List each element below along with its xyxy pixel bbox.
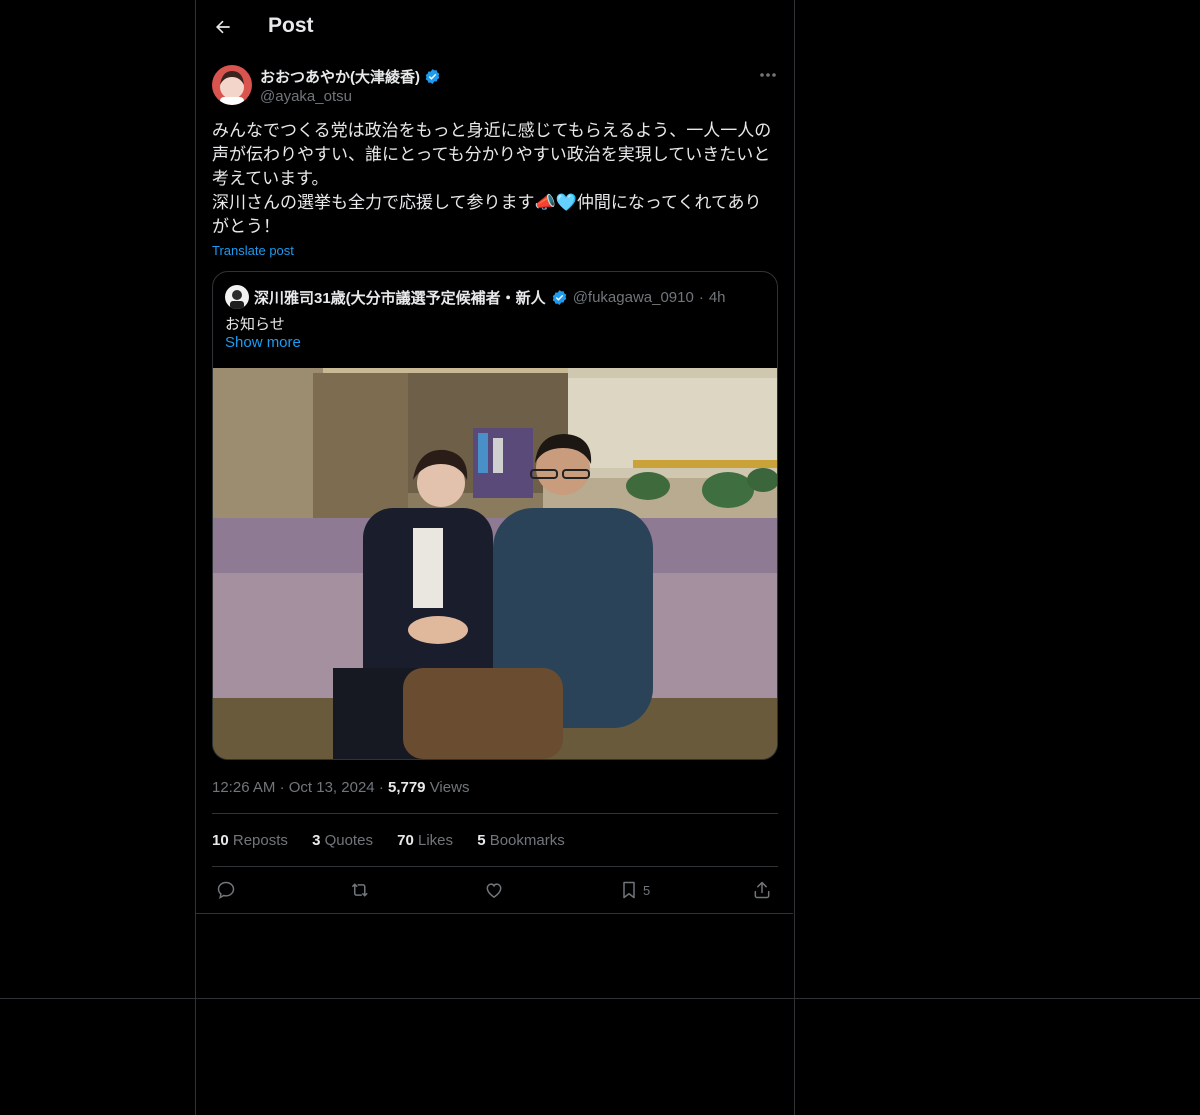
- share-icon: [754, 881, 770, 899]
- quoted-post-header: 深川雅司31歳(大分市議選予定候補者・新人 @fukagawa_0910 · 4…: [225, 285, 726, 309]
- quoted-post-time[interactable]: 4h: [709, 289, 726, 306]
- stat-label: Likes: [417, 832, 454, 849]
- verified-badge-icon: [552, 289, 566, 305]
- heart-icon: [486, 883, 502, 898]
- divider: [212, 866, 778, 867]
- reply-icon: [217, 881, 235, 899]
- page-title: Post: [268, 14, 314, 37]
- stat-label: Reposts: [232, 832, 288, 849]
- separator-dot: ·: [698, 288, 704, 306]
- more-dots-icon: [760, 73, 776, 77]
- stat-label: Quotes: [324, 832, 373, 849]
- post-bottom-border: [196, 913, 793, 914]
- separator-dot: ·: [378, 779, 384, 796]
- divider: [212, 813, 778, 814]
- reply-button[interactable]: [216, 877, 236, 903]
- separator-dot: ·: [279, 779, 285, 796]
- translate-post-link[interactable]: Translate post: [212, 243, 294, 258]
- show-more-link[interactable]: Show more: [225, 334, 301, 351]
- repost-icon: [351, 883, 368, 897]
- stat-label: Bookmarks: [489, 832, 565, 849]
- bookmarks-stat[interactable]: 5 Bookmarks: [477, 832, 565, 849]
- quoted-author-name[interactable]: 深川雅司31歳(大分市議選予定候補者・新人: [254, 287, 546, 308]
- stat-count: 70: [397, 832, 414, 849]
- stat-count: 5: [477, 832, 486, 849]
- post-text: みんなでつくる党は政治をもっと身近に感じてもらえるよう、一人一人の声が伝わりやす…: [212, 119, 778, 239]
- bookmark-button[interactable]: 5: [619, 877, 650, 903]
- share-button[interactable]: [752, 877, 772, 903]
- author-handle[interactable]: @ayaka_otsu: [260, 88, 352, 105]
- more-options-button[interactable]: [752, 62, 784, 88]
- main-column: Post おおつあやか(大津綾香) @ayaka_otsu みんなでつくる党は政…: [195, 0, 795, 1115]
- reposts-stat[interactable]: 10 Reposts: [212, 832, 288, 849]
- quoted-post-photo[interactable]: [213, 368, 777, 759]
- post-text-line: みんなでつくる党は政治をもっと身近に感じてもらえるよう、一人一人の声が伝わりやす…: [212, 121, 772, 188]
- views-count: 5,779: [387, 779, 426, 796]
- post-meta: 12:26 AM · Oct 13, 2024 · 5,779 Views: [212, 779, 469, 796]
- stat-count: 3: [312, 832, 321, 849]
- quoted-author-handle[interactable]: @fukagawa_0910: [573, 289, 694, 306]
- page-divider: [0, 998, 1200, 999]
- author-name[interactable]: おおつあやか(大津綾香): [260, 66, 420, 87]
- quoted-author-avatar[interactable]: [225, 285, 249, 309]
- like-button[interactable]: [484, 877, 504, 903]
- quoted-post-text: お知らせ: [225, 316, 285, 333]
- verified-badge-icon: [425, 69, 440, 84]
- post-time[interactable]: 12:26 AM: [212, 779, 275, 796]
- quotes-stat[interactable]: 3 Quotes: [312, 832, 373, 849]
- engagement-stats: 10 Reposts 3 Quotes 70 Likes 5 Bookmarks: [212, 832, 585, 849]
- bookmark-icon: [623, 881, 635, 899]
- arrow-left-icon: [216, 20, 230, 34]
- back-button[interactable]: [208, 12, 238, 42]
- views-label: Views: [429, 779, 470, 796]
- author-name-row[interactable]: おおつあやか(大津綾香): [260, 66, 441, 87]
- bookmark-count: 5: [643, 882, 651, 898]
- post-text-line: 深川さんの選挙も全力で応援して参ります📣🩵仲間になってくれてありがとう！: [212, 193, 762, 236]
- page-header: Post: [196, 0, 794, 53]
- quoted-post-card[interactable]: 深川雅司31歳(大分市議選予定候補者・新人 @fukagawa_0910 · 4…: [212, 271, 778, 760]
- post-actions-bar: 5: [196, 877, 794, 903]
- stat-count: 10: [212, 832, 229, 849]
- likes-stat[interactable]: 70 Likes: [397, 832, 453, 849]
- repost-button[interactable]: [350, 877, 372, 903]
- author-avatar[interactable]: [212, 65, 252, 105]
- post-date[interactable]: Oct 13, 2024: [289, 779, 375, 796]
